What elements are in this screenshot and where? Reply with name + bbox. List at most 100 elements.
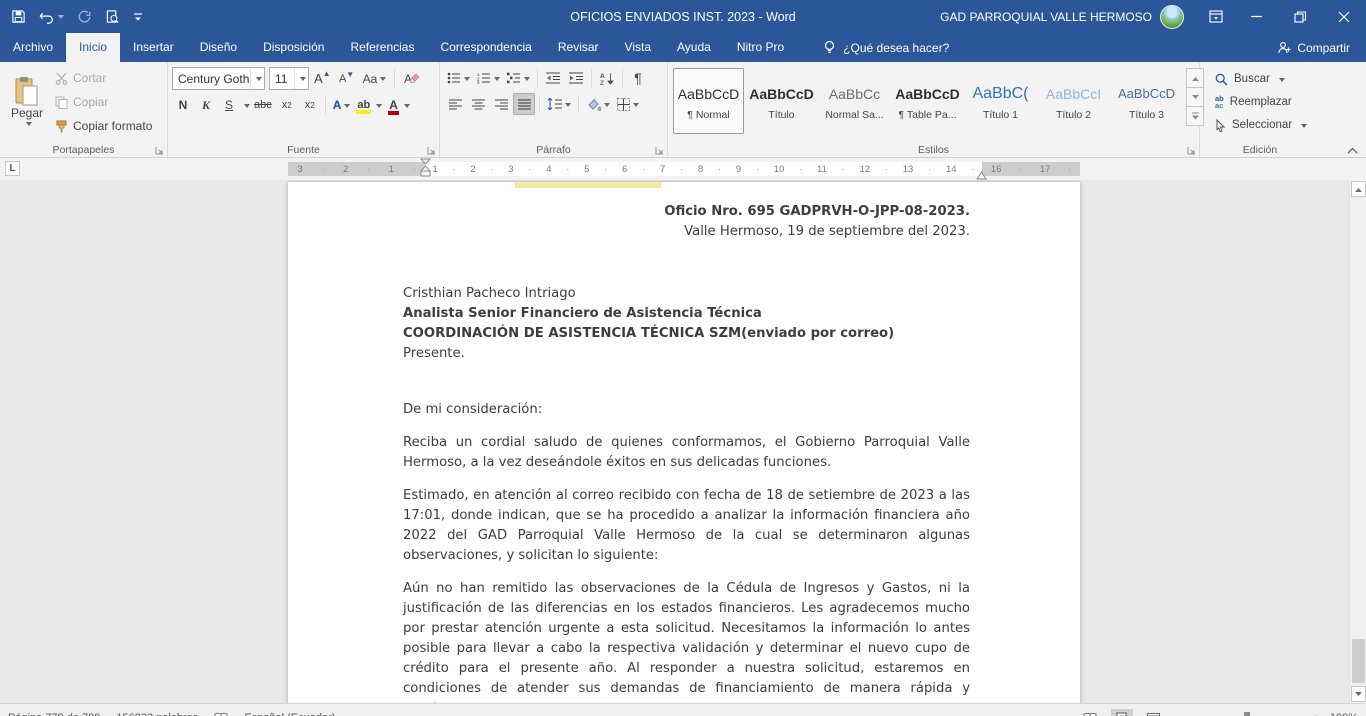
paste-button[interactable]: Pegar (4, 65, 50, 137)
clear-formatting-button[interactable]: A (400, 68, 422, 90)
zoom-level[interactable]: 100% (1330, 712, 1358, 716)
style-card[interactable]: AaBbCcD¶ Normal (673, 68, 744, 134)
tab-vista[interactable]: Vista (612, 33, 664, 62)
style-card[interactable]: AaBbCcDTítulo 3 (1111, 68, 1182, 134)
share-button[interactable]: Compartir (1261, 33, 1366, 62)
tab-ayuda[interactable]: Ayuda (664, 33, 724, 62)
status-bar: Página 778 de 789 156832 palabras Españo… (0, 703, 1366, 716)
underline-dropdown-icon[interactable] (244, 104, 250, 111)
subscript-button[interactable]: x2 (276, 94, 298, 116)
style-card[interactable]: AaBbC(Título 1 (965, 68, 1036, 134)
indent-marker[interactable] (420, 158, 431, 180)
font-color-button[interactable]: A (386, 94, 413, 116)
style-card[interactable]: AaBbCcNormal Sa... (819, 68, 890, 134)
borders-button[interactable] (614, 93, 642, 115)
sort-button[interactable]: AZ (596, 67, 618, 89)
line-spacing-button[interactable] (544, 93, 574, 115)
dialog-launcher-icon[interactable] (655, 146, 664, 155)
text-effects-button[interactable]: A (330, 94, 354, 116)
close-button[interactable] (1322, 0, 1366, 33)
highlight-button[interactable]: ab (354, 94, 385, 116)
collapse-ribbon-icon[interactable] (1347, 147, 1358, 154)
multilevel-list-button[interactable] (504, 67, 533, 89)
scroll-down-arrow[interactable] (1351, 686, 1366, 702)
highlighted-text-sliver (515, 182, 661, 188)
style-card[interactable]: AaBbCcD¶ Table Pa... (892, 68, 963, 134)
bullets-button[interactable] (444, 67, 473, 89)
right-indent-marker[interactable] (976, 171, 987, 180)
align-center-button[interactable] (467, 93, 489, 115)
tab-archivo[interactable]: Archivo (0, 33, 66, 62)
align-right-button[interactable] (490, 93, 512, 115)
decrease-indent-button[interactable] (542, 67, 564, 89)
shrink-font-button[interactable]: A▼ (336, 68, 358, 90)
title-bar: OFICIOS ENVIADOS INST. 2023 - Word GAD P… (0, 0, 1366, 33)
change-case-button[interactable]: Aa (360, 68, 390, 90)
web-layout-button[interactable] (1143, 709, 1165, 716)
page-indicator[interactable]: Página 778 de 789 (8, 712, 100, 716)
superscript-button[interactable]: x2 (299, 94, 321, 116)
dialog-launcher-icon[interactable] (427, 146, 436, 155)
style-card[interactable]: AaBbCcDTítulo (746, 68, 817, 134)
tab-revisar[interactable]: Revisar (545, 33, 612, 62)
tab-selector[interactable]: L (5, 161, 20, 176)
dialog-launcher-icon[interactable] (155, 146, 164, 155)
undo-icon[interactable] (39, 10, 64, 24)
tab-inicio[interactable]: Inicio (66, 33, 120, 62)
restore-button[interactable] (1278, 0, 1322, 33)
grow-font-button[interactable]: A▲ (311, 68, 334, 90)
tab-disposición[interactable]: Disposición (250, 33, 337, 62)
vertical-scrollbar[interactable] (1349, 180, 1366, 703)
cut-button[interactable]: Cortar (50, 67, 157, 89)
select-button[interactable]: Seleccionar (1210, 115, 1312, 135)
strikethrough-button[interactable]: abc (251, 94, 275, 116)
replace-button[interactable]: abac Reemplazar (1210, 92, 1312, 112)
tab-nitro-pro[interactable]: Nitro Pro (724, 33, 797, 62)
increase-indent-button[interactable] (565, 67, 587, 89)
find-button[interactable]: Buscar (1210, 69, 1312, 89)
style-card[interactable]: AaBbCcITítulo 2 (1038, 68, 1109, 134)
tab-diseño[interactable]: Diseño (187, 33, 250, 62)
shading-button[interactable] (583, 93, 613, 115)
qat-customize-icon[interactable] (133, 11, 143, 23)
copy-button[interactable]: Copiar (50, 91, 157, 113)
tab-referencias[interactable]: Referencias (337, 33, 427, 62)
scroll-up-arrow[interactable] (1351, 181, 1366, 197)
dialog-launcher-icon[interactable] (1187, 146, 1196, 155)
ruler-tick: · (413, 164, 416, 175)
style-label: Título 2 (1056, 109, 1091, 121)
numbering-button[interactable]: 123 (474, 67, 503, 89)
account-info[interactable]: GAD PARROQUIAL VALLE HERMOSO (940, 5, 1184, 29)
ribbon-display-options-icon[interactable] (1198, 0, 1234, 33)
format-painter-button[interactable]: Copiar formato (50, 115, 157, 137)
scrollbar-thumb[interactable] (1352, 639, 1365, 683)
doc-paragraph: Aún no han remitido las observaciones de… (403, 579, 970, 703)
zoom-slider-thumb[interactable] (1244, 712, 1250, 716)
print-layout-button[interactable] (1111, 709, 1133, 716)
font-size-combo[interactable]: 11 (269, 67, 309, 90)
tell-me-box[interactable]: ¿Qué desea hacer? (823, 33, 949, 62)
tab-insertar[interactable]: Insertar (120, 33, 187, 62)
tab-correspondencia[interactable]: Correspondencia (427, 33, 544, 62)
account-avatar[interactable] (1160, 5, 1184, 29)
bold-button[interactable]: N (172, 94, 194, 116)
page[interactable]: Oficio Nro. 695 GADPRVH-O-JPP-08-2023.Va… (288, 182, 1080, 703)
undo-dropdown-icon[interactable] (58, 15, 64, 22)
account-name: GAD PARROQUIAL VALLE HERMOSO (940, 10, 1152, 24)
font-name-combo[interactable]: Century Gothic (172, 67, 265, 90)
redo-icon[interactable] (77, 10, 92, 24)
language-indicator[interactable]: Español (Ecuador) (244, 712, 335, 716)
justify-button[interactable] (513, 93, 535, 115)
zoom-out-button[interactable]: − (1175, 711, 1183, 716)
align-left-button[interactable] (444, 93, 466, 115)
proofing-icon[interactable] (214, 712, 228, 716)
read-mode-button[interactable] (1079, 709, 1101, 716)
italic-button[interactable]: K (195, 94, 217, 116)
print-preview-icon[interactable] (105, 9, 120, 25)
minimize-button[interactable] (1234, 0, 1278, 33)
underline-button[interactable]: S (218, 94, 240, 116)
show-marks-button[interactable]: ¶ (627, 67, 649, 89)
zoom-in-button[interactable]: + (1312, 711, 1320, 716)
word-count[interactable]: 156832 palabras (116, 712, 198, 716)
save-icon[interactable] (11, 9, 26, 24)
